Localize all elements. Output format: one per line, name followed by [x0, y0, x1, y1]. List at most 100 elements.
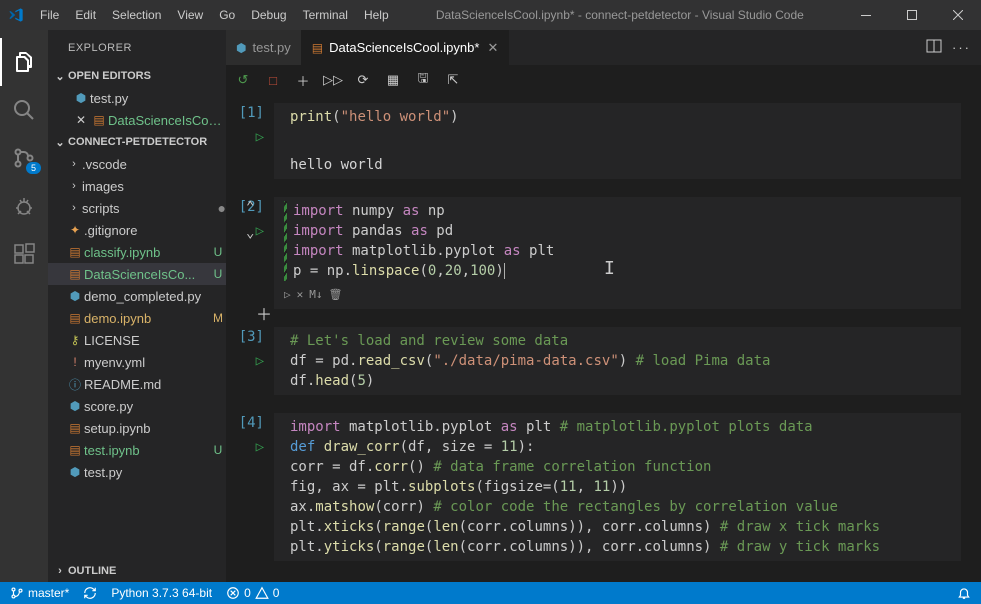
code-line[interactable]: # Let's load and review some data	[284, 331, 951, 351]
folder-item[interactable]: ›images	[48, 175, 226, 197]
cell-prompt: [4]▷	[226, 413, 274, 561]
code-line[interactable]: df = pd.read_csv("./data/pima-data.csv")…	[284, 351, 951, 371]
close-icon[interactable]: ✕	[72, 113, 90, 127]
search-icon[interactable]	[0, 86, 48, 134]
code-line[interactable]: print("hello world")	[284, 107, 951, 127]
python-file-icon: ⬢	[66, 465, 84, 479]
yaml-file-icon: !	[66, 355, 84, 369]
close-window-button[interactable]	[935, 0, 981, 30]
file-item[interactable]: ⬢score.py	[48, 395, 226, 417]
code-line[interactable]: plt.yticks(range(len(corr.columns)), cor…	[284, 537, 951, 557]
menu-file[interactable]: File	[32, 8, 67, 22]
git-branch[interactable]: master*	[10, 586, 69, 600]
code-line[interactable]: df.head(5)	[284, 371, 951, 391]
menu-selection[interactable]: Selection	[104, 8, 169, 22]
notebook[interactable]: [1]▷print("hello world")hello world⌃⌄[2]…	[226, 95, 981, 582]
python-file-icon: ⬢	[72, 91, 90, 105]
code-cell[interactable]: [3]▷# Let's load and review some datadf …	[226, 327, 981, 395]
split-editor-icon[interactable]	[926, 38, 942, 57]
code-line[interactable]: p = np.linspace(0,20,100)	[284, 261, 951, 281]
add-cell-inline-icon[interactable]: ＋	[256, 305, 272, 325]
run-all-icon[interactable]: ▷▷	[322, 69, 344, 91]
code-line[interactable]: plt.xticks(range(len(corr.columns)), cor…	[284, 517, 951, 537]
close-icon[interactable]: ✕	[487, 40, 498, 56]
code-line[interactable]: corr = df.corr() # data frame correlatio…	[284, 457, 951, 477]
run-cell-icon[interactable]: ▷	[256, 127, 264, 147]
menu-go[interactable]: Go	[211, 8, 243, 22]
code-cell[interactable]: [1]▷print("hello world")hello world	[226, 103, 981, 179]
file-item[interactable]: ⓘREADME.md	[48, 373, 226, 395]
minimize-button[interactable]	[843, 0, 889, 30]
file-item[interactable]: ⬢test.py	[48, 461, 226, 483]
cell-body[interactable]: import numpy as npimport pandas as pdimp…	[274, 197, 961, 309]
code-cell[interactable]: ⌃⌄[2]▷import numpy as npimport pandas as…	[226, 197, 981, 309]
cell-action-icon[interactable]: ✕	[297, 285, 304, 305]
file-item[interactable]: ▤test.ipynbU	[48, 439, 226, 461]
menu-edit[interactable]: Edit	[67, 8, 104, 22]
cell-action-icon[interactable]: ▷	[284, 285, 291, 305]
code-line[interactable]: def draw_corr(df, size = 11):	[284, 437, 951, 457]
menu-view[interactable]: View	[169, 8, 211, 22]
explorer-icon[interactable]	[0, 38, 48, 86]
export-icon[interactable]: ⇱	[442, 69, 464, 91]
file-item[interactable]: !myenv.yml	[48, 351, 226, 373]
restart-icon[interactable]: ⟳	[352, 69, 374, 91]
undo-icon[interactable]: ↺	[232, 69, 254, 91]
open-editor-item[interactable]: ⬢ test.py	[48, 87, 226, 109]
cell-body[interactable]: # Let's load and review some datadf = pd…	[274, 327, 961, 395]
sync-icon[interactable]	[83, 586, 97, 600]
folder-item[interactable]: ›scripts●	[48, 197, 226, 219]
outline-header[interactable]: › OUTLINE	[48, 560, 226, 582]
save-icon[interactable]: 🖫	[412, 69, 434, 91]
code-line[interactable]: fig, ax = plt.subplots(figsize=(11, 11))	[284, 477, 951, 497]
tab-test-py[interactable]: ⬢ test.py	[226, 30, 302, 65]
code-line[interactable]: import numpy as np	[284, 201, 951, 221]
file-item[interactable]: ⚷LICENSE	[48, 329, 226, 351]
debug-icon[interactable]	[0, 182, 48, 230]
file-item[interactable]: ✦.gitignore	[48, 219, 226, 241]
collapse-down-icon[interactable]: ⌄	[246, 223, 254, 243]
titlebar: File Edit Selection View Go Debug Termin…	[0, 0, 981, 30]
run-cell-icon[interactable]: ▷	[256, 437, 264, 457]
problems[interactable]: 0 0	[226, 586, 279, 600]
file-item[interactable]: ▤DataScienceIsCo...U	[48, 263, 226, 285]
folder-item[interactable]: ›.vscode	[48, 153, 226, 175]
cell-action-icon[interactable]: M↓	[309, 285, 322, 305]
file-item[interactable]: ▤demo.ipynbM	[48, 307, 226, 329]
stop-icon[interactable]: □	[262, 69, 284, 91]
run-cell-icon[interactable]: ▷	[256, 351, 264, 371]
open-editor-item[interactable]: ✕ ▤ DataScienceIsCoo...	[48, 109, 226, 131]
code-line[interactable]: import matplotlib.pyplot as plt	[284, 241, 951, 261]
file-item[interactable]: ▤setup.ipynb	[48, 417, 226, 439]
vscode-logo-icon	[8, 7, 24, 23]
menu-terminal[interactable]: Terminal	[295, 8, 356, 22]
markdown-file-icon: ⓘ	[66, 376, 84, 393]
open-editors-header[interactable]: ⌄ OPEN EDITORS	[48, 65, 226, 87]
code-line[interactable]: import pandas as pd	[284, 221, 951, 241]
menu-help[interactable]: Help	[356, 8, 397, 22]
notebook-file-icon: ▤	[66, 421, 84, 435]
more-icon[interactable]: ···	[952, 40, 971, 55]
file-item[interactable]: ▤classify.ipynbU	[48, 241, 226, 263]
file-item[interactable]: ⬢demo_completed.py	[48, 285, 226, 307]
grid-icon[interactable]: ▦	[382, 69, 404, 91]
extensions-icon[interactable]	[0, 230, 48, 278]
cell-body[interactable]: print("hello world")hello world	[274, 103, 961, 179]
python-interpreter[interactable]: Python 3.7.3 64-bit	[111, 586, 212, 600]
run-cell-icon[interactable]: ▷	[256, 221, 264, 241]
notifications-icon[interactable]	[957, 586, 971, 600]
code-line[interactable]: ax.matshow(corr) # color code the rectan…	[284, 497, 951, 517]
code-line[interactable]: import matplotlib.pyplot as plt # matplo…	[284, 417, 951, 437]
code-cell[interactable]: [4]▷ import matplotlib.pyplot as plt # ma…	[226, 413, 981, 561]
cell-toolbar: ▷ ✕M↓ 🗑	[284, 285, 951, 305]
maximize-button[interactable]	[889, 0, 935, 30]
source-control-icon[interactable]: 5	[0, 134, 48, 182]
collapse-up-icon[interactable]: ⌃	[246, 197, 254, 217]
add-cell-icon[interactable]: ＋	[292, 69, 314, 91]
cell-action-icon[interactable]: 🗑	[329, 285, 343, 305]
folder-header[interactable]: ⌄ CONNECT-PETDETECTOR	[48, 131, 226, 153]
menu-debug[interactable]: Debug	[243, 8, 294, 22]
cell-body[interactable]: import matplotlib.pyplot as plt # matplo…	[274, 413, 961, 561]
chevron-right-icon: ›	[52, 565, 68, 577]
tab-notebook[interactable]: ▤ DataScienceIsCool.ipynb* ✕	[302, 30, 510, 65]
